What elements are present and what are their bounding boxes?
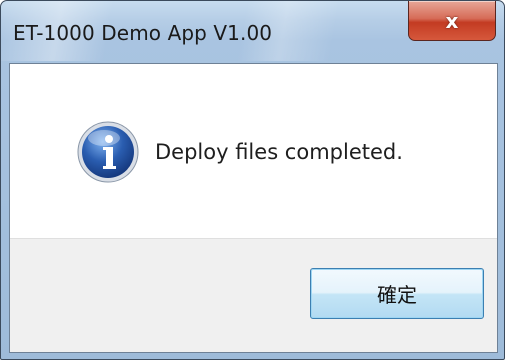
dialog-client-area: Deploy files completed. 確定 — [9, 63, 498, 353]
window-title: ET-1000 Demo App V1.00 — [13, 21, 273, 45]
message-area: Deploy files completed. — [10, 64, 497, 238]
close-button[interactable]: x — [408, 1, 496, 41]
close-icon: x — [445, 8, 459, 33]
info-icon — [77, 121, 139, 183]
dialog-window: ET-1000 Demo App V1.00 x Deploy files co… — [0, 0, 505, 360]
button-bar: 確定 — [10, 238, 497, 352]
title-bar[interactable]: ET-1000 Demo App V1.00 x — [1, 1, 504, 63]
dialog-message: Deploy files completed. — [155, 140, 403, 164]
ok-button[interactable]: 確定 — [310, 268, 484, 319]
